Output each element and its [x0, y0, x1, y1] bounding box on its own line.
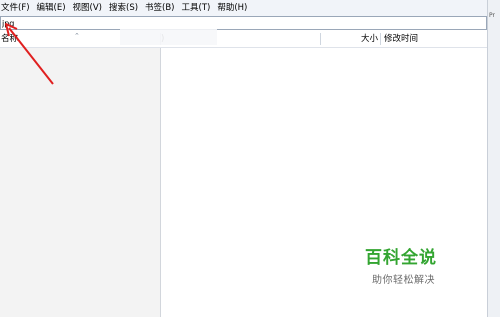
watermark-logo-text: 百科全说: [365, 248, 437, 268]
arrow-shaft: [8, 27, 54, 85]
red-arrow-annotation: [5, 23, 54, 85]
watermark-slogan: 助你轻松解决: [372, 275, 435, 286]
